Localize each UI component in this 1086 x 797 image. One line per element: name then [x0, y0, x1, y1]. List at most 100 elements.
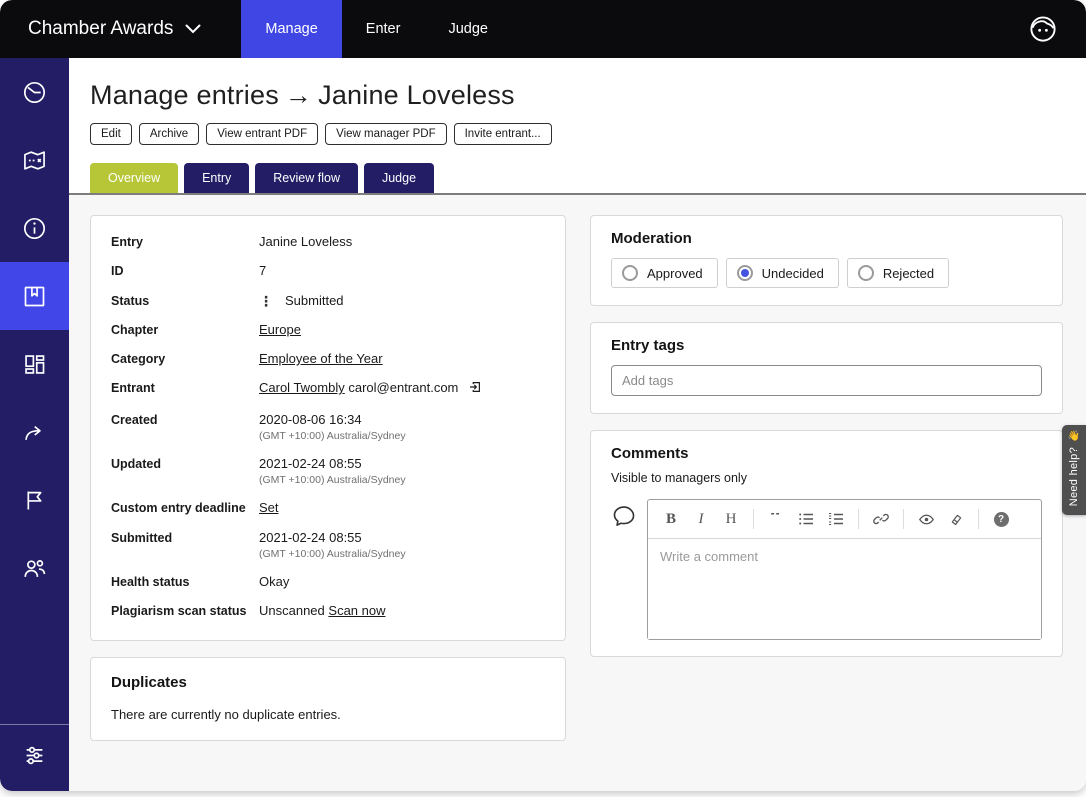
- created-timezone: (GMT +10:00) Australia/Sydney: [259, 430, 406, 443]
- detail-label: Custom entry deadline: [111, 500, 259, 515]
- kebab-menu-icon[interactable]: ⋮: [259, 294, 273, 308]
- comments-title: Comments: [611, 445, 1042, 462]
- overview-content: Entry Janine Loveless ID 7 Status ⋮Submi…: [69, 195, 1086, 791]
- main-area: Manage entries→Janine Loveless Edit Arch…: [69, 58, 1086, 791]
- sidebar-item-entries[interactable]: [0, 262, 69, 330]
- toolbar-separator: [903, 509, 904, 529]
- chapter-link[interactable]: Europe: [259, 322, 301, 337]
- detail-row-created: Created 2020-08-06 16:34 (GMT +10:00) Au…: [111, 412, 545, 443]
- editor-toolbar: B I H “: [648, 500, 1041, 539]
- users-icon: [21, 555, 48, 582]
- waving-hand-icon: 👋: [1068, 432, 1080, 442]
- comment-editor: B I H “: [647, 499, 1042, 640]
- unordered-list-icon[interactable]: [793, 507, 819, 531]
- sidebar-item-flow[interactable]: [0, 398, 69, 466]
- entry-tags-title: Entry tags: [611, 337, 1042, 354]
- tab-entry[interactable]: Entry: [184, 163, 249, 193]
- sidebar-item-flags[interactable]: [0, 466, 69, 534]
- detail-label: Plagiarism scan status: [111, 603, 259, 618]
- view-entrant-pdf-button[interactable]: View entrant PDF: [206, 123, 318, 145]
- account-face-icon[interactable]: [1028, 14, 1058, 44]
- heading-icon[interactable]: H: [718, 507, 744, 531]
- toolbar-separator: [858, 509, 859, 529]
- settings-sliders-icon: [21, 742, 48, 774]
- archive-button[interactable]: Archive: [139, 123, 199, 145]
- edit-button[interactable]: Edit: [90, 123, 132, 145]
- help-icon[interactable]: ?: [988, 507, 1014, 531]
- health-value: Okay: [259, 574, 289, 590]
- updated-timezone: (GMT +10:00) Australia/Sydney: [259, 474, 406, 487]
- invite-entrant-button[interactable]: Invite entrant...: [454, 123, 552, 145]
- detail-label: Created: [111, 412, 259, 427]
- radio-circle-checked: [737, 265, 753, 281]
- detail-row-id: ID 7: [111, 263, 545, 279]
- add-tags-input[interactable]: [611, 365, 1042, 396]
- detail-row-health: Health status Okay: [111, 574, 545, 590]
- comments-panel: Comments Visible to managers only B: [590, 430, 1063, 657]
- detail-label: Chapter: [111, 322, 259, 337]
- duplicates-title: Duplicates: [111, 674, 545, 691]
- nav-manage[interactable]: Manage: [241, 0, 341, 58]
- detail-value: Janine Loveless: [259, 234, 352, 250]
- nav-judge[interactable]: Judge: [424, 0, 512, 58]
- detail-row-plagiarism: Plagiarism scan status Unscanned Scan no…: [111, 603, 545, 619]
- entrant-link[interactable]: Carol Twombly: [259, 380, 345, 395]
- detail-row-custom-deadline: Custom entry deadline Set: [111, 500, 545, 516]
- detail-row-status: Status ⋮ Submitted: [111, 293, 545, 309]
- sidebar: [0, 58, 69, 791]
- tab-judge[interactable]: Judge: [364, 163, 434, 193]
- nav-enter[interactable]: Enter: [342, 0, 425, 58]
- eraser-icon[interactable]: [943, 507, 969, 531]
- comment-editor-row: B I H “: [611, 499, 1042, 640]
- page-title: Manage entries→Janine Loveless: [90, 80, 1086, 111]
- grid-icon: [21, 351, 48, 378]
- detail-label: Category: [111, 351, 259, 366]
- topbar: Chamber Awards Manage Enter Judge: [0, 0, 1086, 58]
- sidebar-item-settings[interactable]: [0, 725, 69, 791]
- program-switcher[interactable]: Chamber Awards: [0, 0, 241, 58]
- top-nav: Manage Enter Judge: [241, 0, 512, 58]
- bold-icon[interactable]: B: [658, 507, 684, 531]
- left-column: Entry Janine Loveless ID 7 Status ⋮Submi…: [90, 215, 566, 741]
- page-title-entry-name: Janine Loveless: [318, 80, 515, 110]
- plagiarism-status: Unscanned: [259, 603, 325, 618]
- set-deadline-link[interactable]: Set: [259, 500, 279, 515]
- info-icon: [21, 215, 48, 242]
- detail-label: Submitted: [111, 530, 259, 545]
- detail-label: Status: [111, 293, 259, 308]
- view-manager-pdf-button[interactable]: View manager PDF: [325, 123, 447, 145]
- sidebar-item-map[interactable]: [0, 126, 69, 194]
- sidebar-item-info[interactable]: [0, 194, 69, 262]
- sidebar-item-clock[interactable]: [0, 58, 69, 126]
- comment-input[interactable]: [648, 539, 1041, 639]
- radio-undecided[interactable]: Undecided: [726, 258, 839, 288]
- tab-review-flow[interactable]: Review flow: [255, 163, 358, 193]
- quote-icon[interactable]: “: [763, 507, 789, 531]
- link-icon[interactable]: [868, 507, 894, 531]
- radio-label: Rejected: [883, 266, 934, 281]
- ordered-list-icon[interactable]: [823, 507, 849, 531]
- detail-label: Entrant: [111, 380, 259, 395]
- category-link[interactable]: Employee of the Year: [259, 351, 383, 366]
- radio-circle: [858, 265, 874, 281]
- toolbar-separator: [978, 509, 979, 529]
- tab-overview[interactable]: Overview: [90, 163, 178, 193]
- detail-label: Updated: [111, 456, 259, 471]
- sidebar-item-grid[interactable]: [0, 330, 69, 398]
- bookmark-icon: [21, 283, 48, 310]
- detail-row-submitted: Submitted 2021-02-24 08:55 (GMT +10:00) …: [111, 530, 545, 561]
- need-help-tab[interactable]: 👋 Need help?: [1062, 425, 1086, 515]
- radio-approved[interactable]: Approved: [611, 258, 718, 288]
- topbar-right: [1028, 0, 1086, 58]
- radio-label: Approved: [647, 266, 703, 281]
- submitted-timezone: (GMT +10:00) Australia/Sydney: [259, 548, 406, 561]
- need-help-label: Need help?: [1068, 447, 1080, 506]
- sidebar-item-users[interactable]: [0, 534, 69, 602]
- scan-now-link[interactable]: Scan now: [328, 603, 385, 618]
- status-value: Submitted: [285, 293, 344, 308]
- italic-icon[interactable]: I: [688, 507, 714, 531]
- preview-eye-icon[interactable]: [913, 507, 939, 531]
- impersonate-icon[interactable]: [468, 380, 482, 398]
- radio-rejected[interactable]: Rejected: [847, 258, 949, 288]
- page-title-section: Manage entries: [90, 80, 279, 110]
